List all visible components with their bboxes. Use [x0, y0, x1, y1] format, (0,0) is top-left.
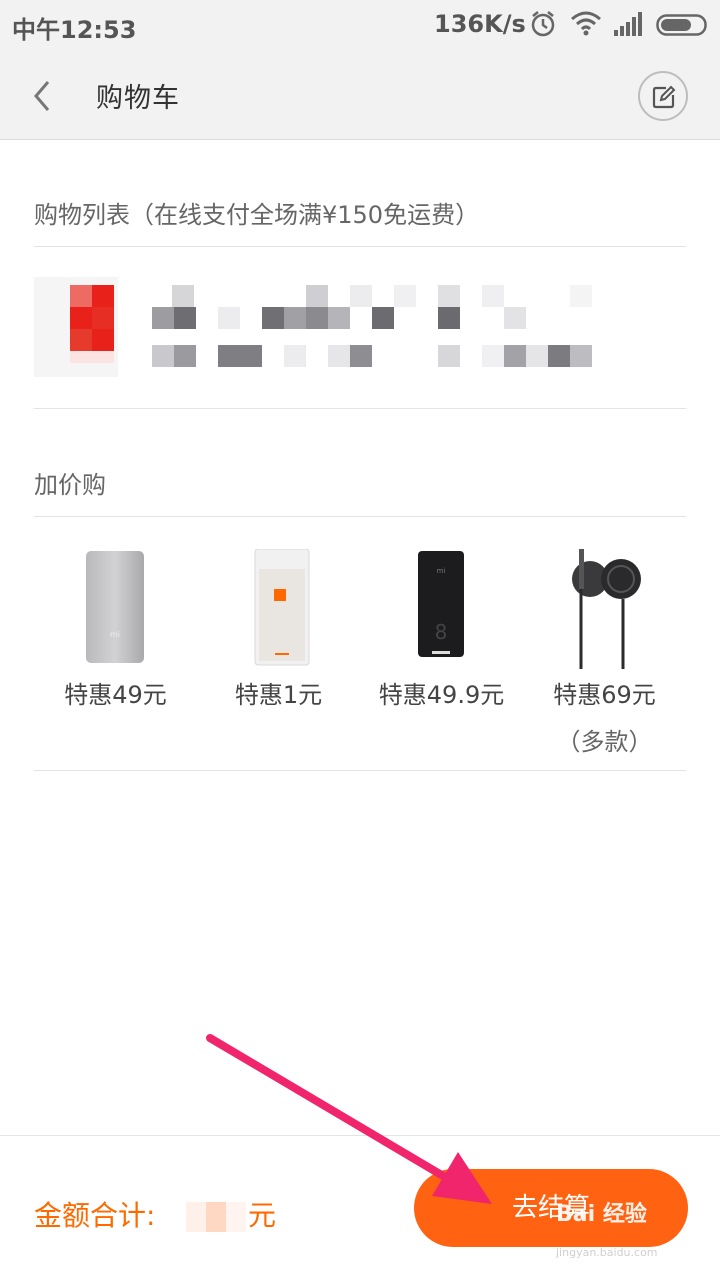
- watermark-logo: Bai 经验: [556, 1202, 647, 1227]
- addon-item-power-bank[interactable]: mi 特惠49元: [34, 517, 197, 770]
- total-label: 金额合计:: [34, 1199, 156, 1232]
- addon-item-earphones[interactable]: 特惠69元 （多款）: [523, 517, 686, 770]
- svg-text:mi: mi: [110, 630, 120, 639]
- earphones-image: [523, 549, 686, 673]
- edit-button[interactable]: [638, 71, 688, 121]
- addon-price: 特惠49元: [64, 681, 167, 709]
- addon-list: mi 特惠49元 特惠1元 mi 8 特惠49.9元 特惠69元 （多款）: [34, 517, 686, 770]
- status-time: 中午12:53: [12, 16, 137, 44]
- alarm-icon: [530, 10, 556, 42]
- battery-icon: [656, 14, 710, 40]
- cart-item-thumbnail: [34, 277, 118, 377]
- wifi-icon: [570, 10, 602, 40]
- power-bank-image: mi: [34, 549, 197, 673]
- cart-section-title: 购物列表（在线支付全场满¥150免运费）: [34, 201, 480, 229]
- addon-section-title: 加价购: [34, 471, 106, 499]
- cart-item-name-blurred: [152, 285, 612, 379]
- cart-item[interactable]: [34, 247, 686, 409]
- packaged-accessory-image: [197, 548, 360, 673]
- addon-price: 特惠49.9元: [378, 681, 505, 709]
- svg-text:8: 8: [435, 620, 448, 644]
- total-unit: 元: [248, 1199, 277, 1232]
- network-speed: 136K/s: [434, 10, 526, 38]
- divider: [34, 770, 686, 771]
- chevron-left-icon: [26, 81, 56, 122]
- svg-text:mi: mi: [437, 567, 446, 575]
- watermark-url: jingyan.baidu.com: [556, 1246, 658, 1259]
- addon-item-accessory[interactable]: 特惠1元: [197, 517, 360, 770]
- page-title: 购物车: [96, 83, 180, 114]
- total-amount-blurred: [186, 1202, 246, 1232]
- back-button[interactable]: [26, 74, 66, 118]
- status-bar: 中午12:53 136K/s: [0, 0, 720, 52]
- addon-note: （多款）: [556, 728, 653, 756]
- header-bar: 购物车: [0, 52, 720, 140]
- addon-price: 特惠69元: [553, 681, 656, 709]
- addon-price: 特惠1元: [234, 681, 323, 709]
- signal-icon: [614, 12, 644, 40]
- addon-item-router[interactable]: mi 8 特惠49.9元: [360, 517, 523, 770]
- router-image: mi 8: [360, 549, 523, 673]
- divider: [34, 408, 686, 409]
